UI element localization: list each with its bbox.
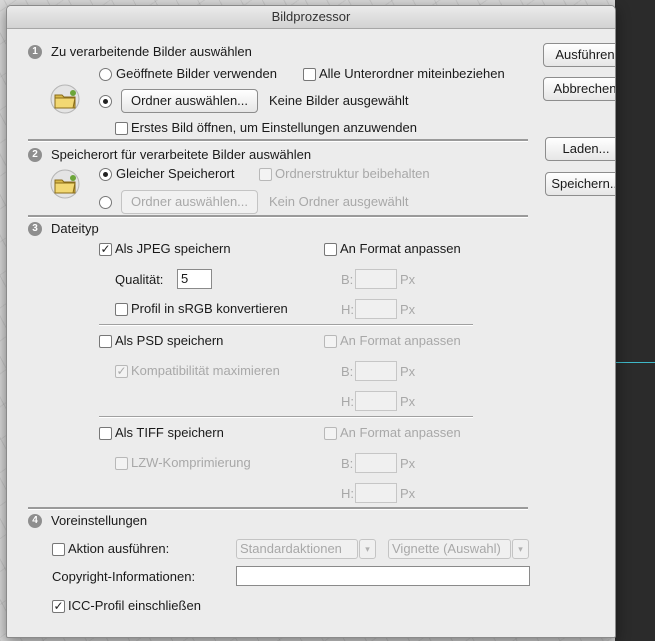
jpeg-width-input[interactable] bbox=[355, 269, 397, 289]
psd-height-label: H: bbox=[341, 394, 354, 409]
tiff-height-input[interactable] bbox=[355, 483, 397, 503]
open-images-label: Geöffnete Bilder verwenden bbox=[116, 66, 277, 81]
section-title-source: Zu verarbeitende Bilder auswählen bbox=[51, 44, 252, 59]
section-divider bbox=[28, 139, 528, 142]
source-folder-status: Keine Bilder ausgewählt bbox=[269, 93, 409, 108]
jpeg-width-label: B: bbox=[341, 272, 354, 287]
include-subfolders-checkbox[interactable] bbox=[303, 68, 316, 81]
section-title-destination: Speicherort für verarbeitete Bilder ausw… bbox=[51, 147, 312, 162]
quality-label: Qualität: bbox=[115, 272, 164, 287]
keep-structure-checkbox[interactable] bbox=[259, 168, 272, 181]
lzw-label: LZW-Komprimierung bbox=[131, 455, 251, 470]
folder-icon bbox=[50, 84, 80, 114]
section-number-4: 4 bbox=[28, 514, 42, 528]
section-divider bbox=[28, 507, 528, 510]
open-images-radio[interactable] bbox=[99, 68, 112, 81]
jpeg-height-label: H: bbox=[341, 302, 354, 317]
open-first-image-label: Erstes Bild öffnen, um Einstellungen anz… bbox=[131, 120, 417, 135]
folder-icon bbox=[50, 169, 80, 199]
psd-fit-label: An Format anpassen bbox=[340, 333, 461, 348]
save-button[interactable]: Speichern... bbox=[545, 172, 615, 196]
chevron-down-icon[interactable]: ▾ bbox=[359, 539, 376, 559]
action-set-select[interactable]: Standardaktionen bbox=[236, 539, 358, 559]
section-number-1: 1 bbox=[28, 45, 42, 59]
include-subfolders-label: Alle Unterordner miteinbeziehen bbox=[319, 66, 505, 81]
save-jpeg-label: Als JPEG speichern bbox=[115, 241, 231, 256]
psd-width-input[interactable] bbox=[355, 361, 397, 381]
jpeg-height-input[interactable] bbox=[355, 299, 397, 319]
srgb-profile-checkbox[interactable] bbox=[115, 303, 128, 316]
section-number-2: 2 bbox=[28, 148, 42, 162]
maximize-compat-label: Kompatibilität maximieren bbox=[131, 363, 280, 378]
section-title-preferences: Voreinstellungen bbox=[51, 513, 148, 528]
lzw-checkbox[interactable] bbox=[115, 457, 128, 470]
psd-height-unit: Px bbox=[400, 394, 416, 409]
save-psd-checkbox[interactable] bbox=[99, 335, 112, 348]
section-divider bbox=[28, 215, 528, 218]
jpeg-height-unit: Px bbox=[400, 302, 416, 317]
tiff-width-unit: Px bbox=[400, 456, 416, 471]
copyright-input[interactable] bbox=[236, 566, 530, 586]
choose-folder-radio[interactable] bbox=[99, 95, 112, 108]
keep-structure-label: Ordnerstruktur beibehalten bbox=[275, 166, 430, 181]
psd-width-label: B: bbox=[341, 364, 354, 379]
choose-source-folder-button[interactable]: Ordner auswählen... bbox=[121, 89, 258, 113]
jpeg-width-unit: Px bbox=[400, 272, 416, 287]
tiff-width-input[interactable] bbox=[355, 453, 397, 473]
section-number-3: 3 bbox=[28, 222, 42, 236]
window-title: Bildprozessor bbox=[7, 6, 615, 29]
psd-width-unit: Px bbox=[400, 364, 416, 379]
maximize-compat-checkbox[interactable]: ✓ bbox=[115, 365, 128, 378]
file-type-divider bbox=[99, 324, 473, 326]
icc-profile-label: ICC-Profil einschließen bbox=[68, 598, 201, 613]
cancel-button[interactable]: Abbrechen bbox=[543, 77, 615, 101]
tiff-fit-checkbox[interactable] bbox=[324, 427, 337, 440]
choose-dest-folder-radio[interactable] bbox=[99, 196, 112, 209]
jpeg-fit-checkbox[interactable] bbox=[324, 243, 337, 256]
save-psd-label: Als PSD speichern bbox=[115, 333, 224, 348]
same-location-radio[interactable] bbox=[99, 168, 112, 181]
psd-fit-checkbox[interactable] bbox=[324, 335, 337, 348]
quality-input[interactable]: 5 bbox=[177, 269, 212, 289]
run-action-label: Aktion ausführen: bbox=[68, 541, 170, 556]
background-guide-line bbox=[615, 362, 655, 363]
icc-profile-checkbox[interactable]: ✓ bbox=[52, 600, 65, 613]
psd-height-input[interactable] bbox=[355, 391, 397, 411]
run-button[interactable]: Ausführen bbox=[543, 43, 615, 67]
tiff-height-label: H: bbox=[341, 486, 354, 501]
open-first-image-checkbox[interactable] bbox=[115, 122, 128, 135]
tiff-height-unit: Px bbox=[400, 486, 416, 501]
save-jpeg-checkbox[interactable]: ✓ bbox=[99, 243, 112, 256]
chevron-down-icon[interactable]: ▾ bbox=[512, 539, 529, 559]
load-button[interactable]: Laden... bbox=[545, 137, 615, 161]
srgb-profile-label: Profil in sRGB konvertieren bbox=[131, 301, 288, 316]
tiff-fit-label: An Format anpassen bbox=[340, 425, 461, 440]
copyright-label: Copyright-Informationen: bbox=[52, 569, 196, 584]
dest-folder-status: Kein Ordner ausgewählt bbox=[269, 194, 409, 209]
save-tiff-label: Als TIFF speichern bbox=[115, 425, 224, 440]
run-action-checkbox[interactable] bbox=[52, 543, 65, 556]
jpeg-fit-label: An Format anpassen bbox=[340, 241, 461, 256]
tiff-width-label: B: bbox=[341, 456, 354, 471]
section-title-file-type: Dateityp bbox=[51, 221, 99, 236]
file-type-divider bbox=[99, 416, 473, 418]
same-location-label: Gleicher Speicherort bbox=[116, 166, 235, 181]
choose-dest-folder-button[interactable]: Ordner auswählen... bbox=[121, 190, 258, 214]
image-processor-dialog: Bildprozessor Ausführen Abbrechen Laden.… bbox=[6, 5, 616, 638]
action-select[interactable]: Vignette (Auswahl) bbox=[388, 539, 511, 559]
background-panel bbox=[615, 0, 655, 641]
save-tiff-checkbox[interactable] bbox=[99, 427, 112, 440]
